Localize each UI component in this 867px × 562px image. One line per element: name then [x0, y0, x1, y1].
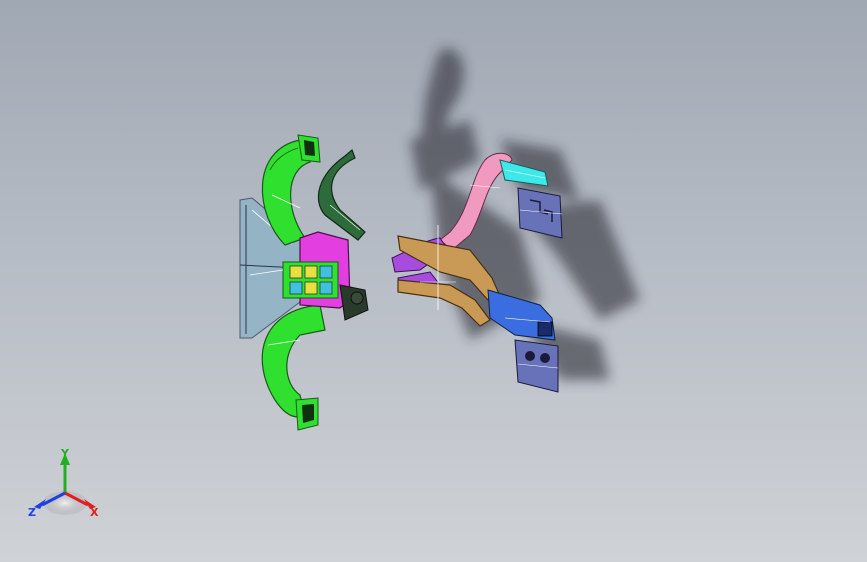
x-axis-label: X — [90, 506, 99, 519]
y-axis-label: Y — [60, 447, 70, 460]
z-axis-label: Z — [28, 506, 36, 519]
graphics-viewport[interactable]: Y X Z — [0, 0, 867, 562]
coordinate-triad: Y X Z — [28, 447, 99, 519]
dark-green-duct[interactable] — [317, 148, 366, 241]
blue-vent-lower[interactable] — [514, 339, 559, 393]
blue-vent-upper[interactable] — [517, 187, 563, 239]
